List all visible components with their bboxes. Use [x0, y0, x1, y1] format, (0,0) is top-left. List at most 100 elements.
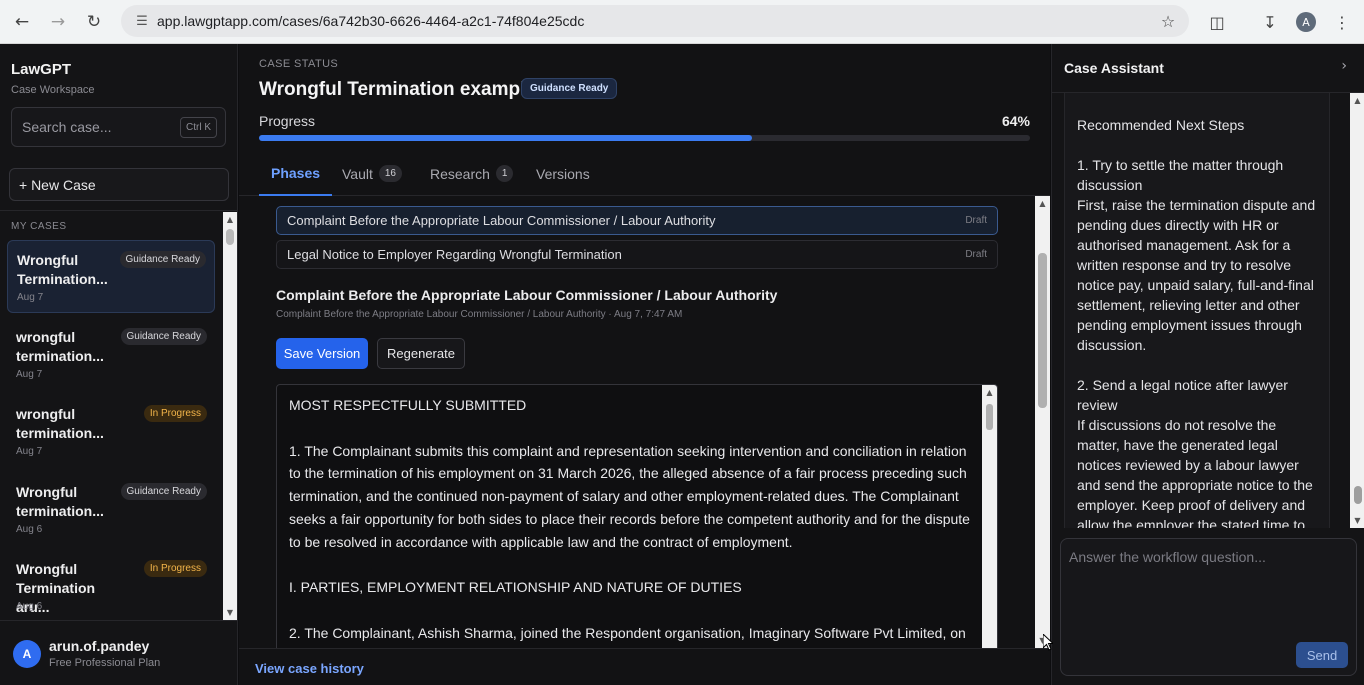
url-text[interactable]: app.lawgptapp.com/cases/6a742b30-6626-44…	[157, 13, 1153, 29]
main-panel: CASE STATUS Wrongful Termination example…	[239, 44, 1050, 685]
mouse-cursor-icon	[1043, 634, 1053, 651]
avatar: A	[13, 640, 41, 668]
assistant-message: Recommended Next Steps 1. Try to settle t…	[1077, 115, 1322, 528]
phase-content: Complaint Before the Appropriate Labour …	[239, 196, 1035, 648]
status-badge: In Progress	[143, 405, 207, 422]
save-version-button[interactable]: Save Version	[276, 338, 368, 369]
progress-percent: 64%	[1001, 113, 1030, 129]
brand-subtitle: Case Workspace	[11, 84, 95, 96]
download-icon[interactable]: ↧	[1256, 8, 1284, 36]
brand-title: LawGPT	[11, 61, 72, 78]
case-date: Aug 6	[16, 601, 43, 612]
answer-composer: Send	[1060, 538, 1357, 676]
back-icon[interactable]: ←	[8, 8, 36, 36]
divider	[0, 210, 238, 211]
extensions-icon[interactable]: ◫	[1203, 8, 1231, 36]
user-plan: Free Professional Plan	[49, 657, 161, 669]
case-status-label: CASE STATUS	[259, 58, 339, 70]
draft-item[interactable]: Legal Notice to Employer Regarding Wrong…	[276, 240, 998, 269]
tab-label: Phases	[271, 164, 321, 181]
search-input[interactable]: Search case...	[22, 119, 180, 135]
case-item[interactable]: Wrongful termination... Aug 6 Guidance Rea…	[7, 473, 215, 546]
assistant-paragraph: 2. Send a legal notice after lawyer revi…	[1077, 377, 1313, 528]
editor-paragraph: 1. The Complainant submits this complain…	[289, 442, 970, 550]
browser-menu-icon[interactable]: ⋮	[1328, 8, 1356, 36]
assistant-paragraph: Recommended Next Steps	[1077, 117, 1245, 133]
regenerate-button[interactable]: Regenerate	[377, 338, 465, 369]
scrollbar-thumb[interactable]	[226, 229, 234, 245]
case-item[interactable]: Wrongful Termination... Aug 7 Guidance Rea…	[7, 240, 215, 313]
case-item[interactable]: Wrongful Termination aru... Aug 6 In Progr…	[7, 550, 215, 620]
case-item[interactable]: wrongful termination... Aug 7 In Progress	[7, 395, 215, 468]
sidebar: LawGPT Case Workspace Search case... Ctr…	[0, 44, 238, 685]
editor-text[interactable]: MOST RESPECTFULLY SUBMITTED 1. The Compla…	[289, 394, 979, 645]
tab-vault[interactable]: Vault 16	[342, 151, 402, 196]
scroll-up-arrow-icon[interactable]: ▲	[1350, 96, 1364, 105]
case-list: Wrongful Termination... Aug 7 Guidance Rea…	[0, 240, 222, 620]
progress-fill	[259, 135, 753, 141]
progress-bar	[259, 135, 1030, 141]
scroll-down-arrow-icon[interactable]: ▼	[223, 608, 237, 617]
view-case-history-link[interactable]: View case history	[255, 661, 364, 676]
address-bar[interactable]: ☰ app.lawgptapp.com/cases/6a742b30-6626-…	[121, 5, 1189, 37]
site-settings-icon[interactable]: ☰	[127, 14, 157, 29]
editor-scrollbar[interactable]: ▲	[982, 385, 997, 648]
scroll-up-arrow-icon[interactable]: ▲	[1035, 199, 1050, 208]
case-date: Aug 7	[17, 292, 44, 303]
tab-phases[interactable]: Phases	[259, 151, 333, 196]
case-date: Aug 7	[16, 446, 43, 457]
assistant-header: Case Assistant ›	[1052, 44, 1364, 93]
case-date: Aug 6	[16, 523, 43, 535]
assistant-title: Case Assistant	[1064, 60, 1164, 76]
status-badge: In Progress	[143, 560, 207, 577]
search-shortcut: Ctrl K	[180, 116, 217, 138]
scrollbar-thumb[interactable]	[1038, 253, 1047, 408]
case-item[interactable]: wrongful termination... Aug 7 Guidance Rea…	[7, 318, 215, 391]
send-button[interactable]: Send	[1296, 642, 1348, 668]
case-title: wrongful termination...	[16, 328, 104, 364]
tab-bar: Phases Vault 16 Research 1 Versions	[239, 151, 1050, 196]
tab-label: Research	[430, 165, 490, 182]
profile-avatar: A	[1296, 12, 1316, 32]
user-profile[interactable]: A arun.of.pandey Free Professional Plan	[0, 620, 238, 685]
bookmark-star-icon[interactable]: ☆	[1153, 12, 1183, 31]
profile-button[interactable]: A	[1292, 8, 1320, 36]
answer-input[interactable]	[1069, 549, 1349, 629]
draft-item[interactable]: Complaint Before the Appropriate Labour …	[276, 206, 998, 235]
status-badge: Guidance Ready	[120, 327, 207, 345]
tab-count-badge: 16	[378, 165, 402, 182]
reload-icon[interactable]: ↻	[80, 8, 108, 36]
assistant-paragraph: 1. Try to settle the matter through disc…	[1077, 157, 1316, 353]
sidebar-scrollbar[interactable]: ▲ ▼	[223, 212, 237, 620]
scroll-down-arrow-icon[interactable]: ▼	[1350, 516, 1364, 525]
main-scrollbar[interactable]: ▲ ▼	[1035, 196, 1050, 648]
chevron-right-icon[interactable]: ›	[1341, 58, 1347, 74]
document-meta: Complaint Before the Appropriate Labour …	[276, 309, 683, 320]
page-title: Wrongful Termination example	[259, 79, 536, 100]
status-badge: Guidance Ready	[521, 78, 618, 99]
document-title: Complaint Before the Appropriate Labour …	[276, 287, 778, 303]
case-assistant-panel: Case Assistant › Recommended Next Steps 1…	[1051, 44, 1364, 685]
editor-paragraph: MOST RESPECTFULLY SUBMITTED	[289, 397, 527, 413]
tab-research[interactable]: Research 1	[430, 151, 514, 196]
scroll-up-arrow-icon[interactable]: ▲	[223, 215, 237, 224]
case-title: wrongful termination...	[16, 406, 104, 441]
tab-label: Vault	[342, 165, 373, 182]
scrollbar-thumb[interactable]	[1354, 486, 1362, 504]
scrollbar-thumb[interactable]	[986, 404, 993, 430]
tab-versions[interactable]: Versions	[536, 151, 590, 196]
forward-icon[interactable]: →	[44, 8, 72, 36]
new-case-button[interactable]: + New Case	[9, 168, 229, 201]
editor-paragraph: 2. The Complainant, Ashish Sharma, joine…	[289, 624, 966, 641]
draft-status: Draft	[965, 249, 987, 260]
tab-label: Versions	[536, 165, 590, 182]
assistant-scrollbar[interactable]: ▲ ▼	[1350, 93, 1364, 528]
case-search[interactable]: Search case... Ctrl K	[11, 107, 226, 147]
status-badge: Guidance Ready	[120, 482, 207, 500]
case-date: Aug 7	[16, 368, 43, 380]
assistant-messages: Recommended Next Steps 1. Try to settle t…	[1064, 93, 1330, 528]
footer: View case history	[239, 648, 1050, 685]
draft-name: Complaint Before the Appropriate Labour …	[287, 213, 716, 228]
scroll-up-arrow-icon[interactable]: ▲	[982, 388, 997, 397]
document-editor[interactable]: MOST RESPECTFULLY SUBMITTED 1. The Compla…	[276, 384, 998, 648]
